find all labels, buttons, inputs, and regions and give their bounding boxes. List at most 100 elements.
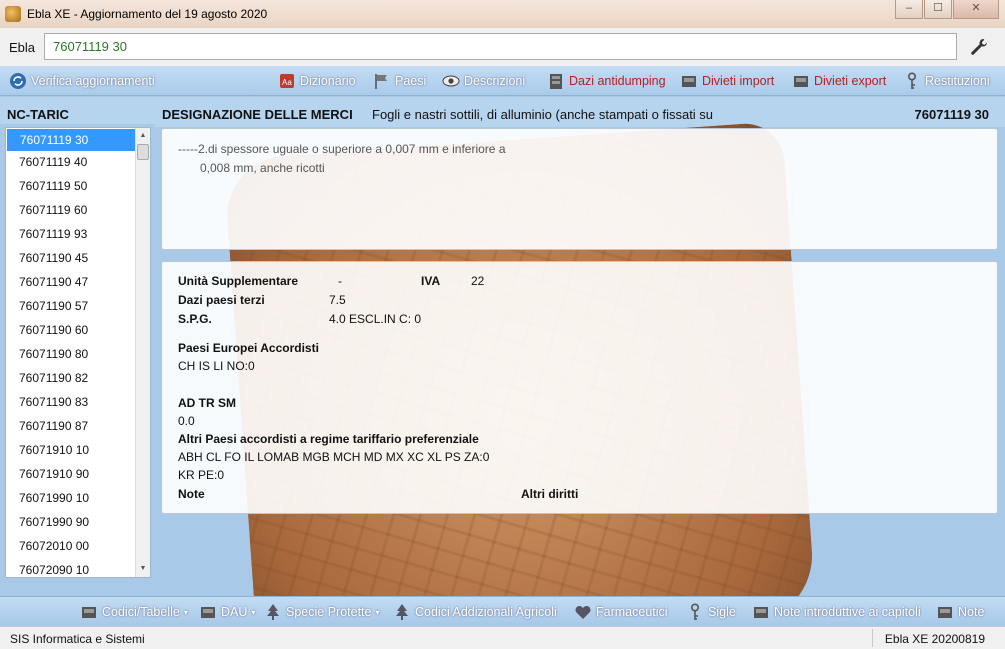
flag-icon bbox=[375, 74, 387, 89]
farmaceutici-button[interactable]: Farmaceutici bbox=[574, 601, 668, 623]
adtrsm-value: 0.0 bbox=[178, 414, 195, 428]
note-label: Note bbox=[178, 487, 205, 501]
spg-value: 4.0 ESCL.IN C: 0 bbox=[329, 312, 422, 326]
top-toolbar: Verifica aggiornamenti Aa Dizionario Pae… bbox=[0, 66, 1005, 96]
code-list[interactable]: 76071119 30 76071119 40 76071119 50 7607… bbox=[5, 127, 151, 578]
list-item[interactable]: 76071190 60 bbox=[6, 319, 150, 343]
maximize-button[interactable]: ☐ bbox=[924, 0, 952, 19]
app-icon bbox=[5, 6, 21, 22]
cabinet-icon bbox=[201, 607, 215, 618]
description-panel: -----2.di spessore uguale o superiore a … bbox=[161, 128, 998, 250]
dropdown-arrow-icon: ▾ bbox=[183, 607, 188, 617]
minimize-button[interactable]: – bbox=[895, 0, 923, 19]
list-item[interactable]: 76071190 82 bbox=[6, 367, 150, 391]
dropdown-arrow-icon: ▾ bbox=[375, 607, 380, 617]
dau-button[interactable]: DAU ▾ bbox=[199, 601, 255, 623]
paesi-eu-label: Paesi Europei Accordisti bbox=[178, 341, 319, 355]
specie-protette-button[interactable]: Specie Protette ▾ bbox=[264, 601, 379, 623]
adtrsm-label: AD TR SM bbox=[178, 396, 236, 410]
note-button[interactable]: Note bbox=[936, 601, 984, 623]
bottom-toolbar: Codici/Tabelle ▾ DAU ▾ Specie Protette ▾ Co… bbox=[0, 596, 1005, 626]
list-item[interactable]: 76071119 60 bbox=[6, 199, 150, 223]
altri-diritti-label: Altri diritti bbox=[521, 487, 579, 501]
restituzioni-button[interactable]: Restituzioni bbox=[903, 70, 990, 92]
cabinet-icon bbox=[550, 74, 562, 89]
list-item[interactable]: 76071190 83 bbox=[6, 391, 150, 415]
dazi-antidumping-button[interactable]: Dazi antidumping bbox=[547, 70, 666, 92]
list-item[interactable]: 76071190 80 bbox=[6, 343, 150, 367]
list-item[interactable]: 76071119 40 bbox=[6, 151, 150, 175]
list-item[interactable]: 76071990 10 bbox=[6, 487, 150, 511]
inbox-icon bbox=[682, 76, 696, 87]
status-company: SIS Informatica e Sistemi bbox=[10, 632, 145, 646]
dazi-value: 7.5 bbox=[329, 293, 346, 307]
list-item[interactable]: 76071119 93 bbox=[6, 223, 150, 247]
scroll-down-icon[interactable]: ▼ bbox=[136, 561, 150, 577]
dropdown-arrow-icon: ▾ bbox=[251, 607, 256, 617]
eye-icon bbox=[442, 75, 460, 87]
codici-tabelle-button[interactable]: Codici/Tabelle ▾ bbox=[80, 601, 188, 623]
search-input[interactable] bbox=[44, 33, 957, 60]
dictionary-icon: Aa bbox=[280, 74, 294, 88]
search-label: Ebla bbox=[9, 39, 36, 55]
altri-value-2: KR PE:0 bbox=[178, 468, 225, 482]
unita-value: - bbox=[338, 274, 342, 288]
designation-title: DESIGNAZIONE DELLE MERCI bbox=[162, 107, 353, 122]
dizionario-button[interactable]: Aa Dizionario bbox=[278, 70, 356, 92]
designation-header: DESIGNAZIONE DELLE MERCI Fogli e nastri … bbox=[155, 97, 1005, 127]
iva-label: IVA bbox=[421, 274, 441, 288]
svg-text:Aa: Aa bbox=[282, 78, 292, 87]
check-updates-button[interactable]: Verifica aggiornamenti bbox=[9, 70, 155, 92]
list-item[interactable]: 76071119 50 bbox=[6, 175, 150, 199]
key-icon bbox=[908, 72, 917, 89]
details-panel: Unità Supplementare - IVA 22 Dazi paesi … bbox=[161, 261, 998, 514]
cabinet-icon bbox=[82, 607, 96, 618]
codici-agricoli-button[interactable]: Codici Addizionali Agricoli bbox=[393, 601, 557, 623]
list-item[interactable]: 76071910 10 bbox=[6, 439, 150, 463]
outbox-icon bbox=[794, 76, 808, 87]
description-line-1: -----2.di spessore uguale o superiore a … bbox=[178, 142, 506, 156]
current-code: 76071119 30 bbox=[914, 107, 989, 122]
key-icon bbox=[691, 603, 700, 620]
window-controls: – ☐ ✕ bbox=[895, 0, 999, 19]
list-item[interactable]: 76071190 47 bbox=[6, 271, 150, 295]
heart-icon bbox=[575, 605, 591, 619]
designation-text: Fogli e nastri sottili, di alluminio (an… bbox=[372, 107, 714, 122]
divieti-import-button[interactable]: Divieti import bbox=[680, 70, 774, 92]
sigle-button[interactable]: Sigle bbox=[686, 601, 736, 623]
scroll-thumb[interactable] bbox=[137, 144, 149, 160]
scroll-up-icon[interactable]: ▲ bbox=[136, 128, 150, 144]
status-bar: SIS Informatica e Sistemi Ebla XE 202008… bbox=[0, 626, 1005, 649]
tree-icon bbox=[396, 604, 408, 620]
status-version: Ebla XE 20200819 bbox=[884, 632, 985, 646]
paesi-eu-value: CH IS LI NO:0 bbox=[178, 359, 255, 373]
list-item[interactable]: 76071190 45 bbox=[6, 247, 150, 271]
list-scrollbar[interactable]: ▲ ▼ bbox=[135, 128, 150, 577]
list-item[interactable]: 76071190 57 bbox=[6, 295, 150, 319]
iva-value: 22 bbox=[471, 274, 485, 288]
tree-icon bbox=[267, 604, 279, 620]
title-bar: Ebla XE - Aggiornamento del 19 agosto 20… bbox=[0, 0, 1005, 28]
list-item[interactable]: 76072010 00 bbox=[6, 535, 150, 559]
nc-taric-header: NC-TARIC bbox=[0, 97, 155, 124]
dazi-label: Dazi paesi terzi bbox=[178, 293, 265, 307]
refresh-icon bbox=[10, 73, 26, 89]
list-item[interactable]: 76071119 30 bbox=[7, 129, 136, 151]
divieti-export-button[interactable]: Divieti export bbox=[792, 70, 886, 92]
list-item[interactable]: 76071910 90 bbox=[6, 463, 150, 487]
list-item[interactable]: 76072090 10 bbox=[6, 559, 150, 577]
paesi-button[interactable]: Paesi bbox=[373, 70, 426, 92]
wrench-icon[interactable] bbox=[969, 37, 989, 57]
list-item[interactable]: 76071990 90 bbox=[6, 511, 150, 535]
cabinet-icon bbox=[938, 607, 952, 618]
spg-label: S.P.G. bbox=[178, 312, 212, 326]
window-title: Ebla XE - Aggiornamento del 19 agosto 20… bbox=[27, 7, 268, 21]
descrizioni-button[interactable]: Descrizioni bbox=[442, 70, 525, 92]
note-introduttive-button[interactable]: Note introduttive ai capitoli bbox=[752, 601, 921, 623]
description-line-2: 0,008 mm, anche ricotti bbox=[200, 161, 325, 175]
close-button[interactable]: ✕ bbox=[953, 0, 999, 19]
list-item[interactable]: 76071190 87 bbox=[6, 415, 150, 439]
altri-label: Altri Paesi accordisti a regime tariffar… bbox=[178, 432, 479, 446]
status-divider bbox=[872, 629, 873, 647]
altri-value-1: ABH CL FO IL LOMAB MGB MCH MD MX XC XL P… bbox=[178, 450, 490, 464]
